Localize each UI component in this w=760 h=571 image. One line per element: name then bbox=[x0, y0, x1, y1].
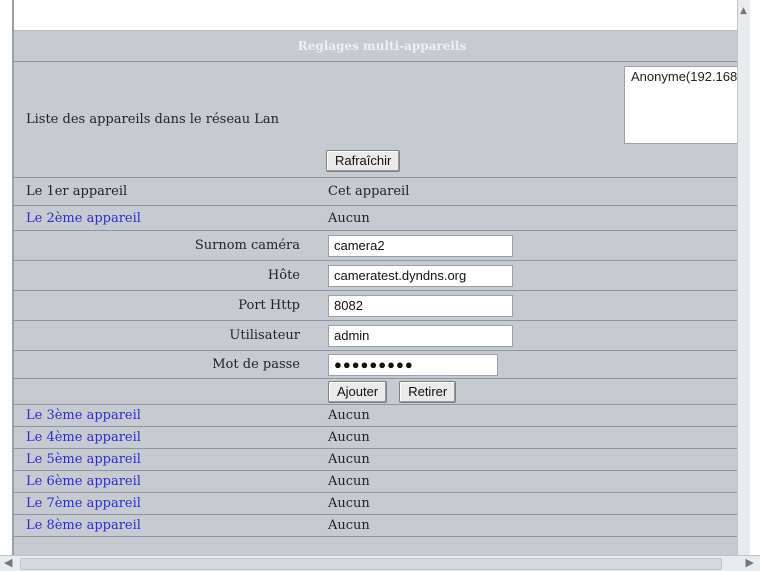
lan-list-row: Liste des appareils dans le réseau Lan A… bbox=[14, 62, 750, 178]
horizontal-scrollbar[interactable]: ◀ ▶ bbox=[0, 555, 760, 571]
device-link-8[interactable]: Le 8ème appareil bbox=[26, 518, 141, 533]
lan-list-cell: Anonyme(192.168.10.58) Rafraîchir bbox=[314, 62, 750, 177]
device-link-6[interactable]: Le 6ème appareil bbox=[26, 474, 141, 489]
lan-device-listbox[interactable]: Anonyme(192.168.10.58) bbox=[624, 66, 750, 144]
device-value-6: Aucun bbox=[328, 474, 370, 489]
device-value-5: Aucun bbox=[328, 452, 370, 467]
device-row-5[interactable]: Le 5ème appareil Aucun bbox=[14, 449, 750, 471]
action-row: Ajouter Retirer bbox=[14, 379, 750, 405]
top-bar bbox=[14, 0, 750, 31]
host-row: Hôte bbox=[14, 261, 750, 291]
device-link-3[interactable]: Le 3ème appareil bbox=[26, 408, 141, 423]
device-row-4[interactable]: Le 4ème appareil Aucun bbox=[14, 427, 750, 449]
device-value-2: Aucun bbox=[328, 210, 370, 226]
password-input[interactable] bbox=[328, 353, 498, 376]
device-row-1: Le 1er appareil Cet appareil bbox=[14, 178, 750, 206]
host-label: Hôte bbox=[267, 268, 300, 283]
device-row-6[interactable]: Le 6ème appareil Aucun bbox=[14, 471, 750, 493]
horizontal-scroll-thumb[interactable] bbox=[20, 558, 722, 570]
device-label-1: Le 1er appareil bbox=[26, 184, 128, 199]
lan-list-label-cell: Liste des appareils dans le réseau Lan bbox=[14, 62, 314, 177]
remove-button[interactable]: Retirer bbox=[399, 380, 457, 403]
lan-list-label: Liste des appareils dans le réseau Lan bbox=[26, 112, 280, 127]
device-link-4[interactable]: Le 4ème appareil bbox=[26, 430, 141, 445]
device-value-7: Aucun bbox=[328, 496, 370, 511]
user-row: Utilisateur bbox=[14, 321, 750, 351]
device-row-7[interactable]: Le 7ème appareil Aucun bbox=[14, 493, 750, 515]
device-row-2[interactable]: Le 2ème appareil Aucun bbox=[14, 206, 750, 231]
panel-title: Reglages multi-appareils bbox=[297, 39, 467, 53]
device-link-5[interactable]: Le 5ème appareil bbox=[26, 452, 141, 467]
password-row: Mot de passe bbox=[14, 351, 750, 379]
device-value-1: Cet appareil bbox=[328, 184, 410, 199]
up-arrow-icon[interactable]: ▲ bbox=[740, 6, 747, 16]
action-row-spacer bbox=[14, 379, 314, 404]
device-row-8[interactable]: Le 8ème appareil Aucun bbox=[14, 515, 750, 537]
password-label: Mot de passe bbox=[212, 357, 300, 372]
device-value-8: Aucun bbox=[328, 518, 370, 533]
add-button[interactable]: Ajouter bbox=[328, 380, 388, 403]
right-arrow-icon[interactable]: ▶ bbox=[746, 556, 754, 570]
refresh-button[interactable]: Rafraîchir bbox=[326, 150, 401, 172]
host-input[interactable] bbox=[328, 264, 513, 287]
panel-title-row: Reglages multi-appareils bbox=[14, 31, 750, 62]
user-input[interactable] bbox=[328, 324, 513, 347]
device-value-3: Aucun bbox=[328, 408, 370, 423]
device-value-4: Aucun bbox=[328, 430, 370, 445]
device-link-7[interactable]: Le 7ème appareil bbox=[26, 496, 141, 511]
settings-frame: Reglages multi-appareils Liste des appar… bbox=[12, 0, 750, 556]
nickname-label: Surnom caméra bbox=[194, 238, 300, 253]
lan-device-entry[interactable]: Anonyme(192.168.10.58) bbox=[631, 69, 750, 84]
user-label: Utilisateur bbox=[229, 328, 300, 343]
port-label: Port Http bbox=[238, 298, 300, 313]
nickname-input[interactable] bbox=[328, 234, 513, 257]
port-input[interactable] bbox=[328, 294, 513, 317]
port-row: Port Http bbox=[14, 291, 750, 321]
vertical-scrollbar[interactable]: ▲ bbox=[737, 0, 750, 556]
device-link-2[interactable]: Le 2ème appareil bbox=[26, 211, 141, 226]
device-row-3[interactable]: Le 3ème appareil Aucun bbox=[14, 405, 750, 427]
left-arrow-icon[interactable]: ◀ bbox=[4, 556, 12, 570]
nickname-row: Surnom caméra bbox=[14, 231, 750, 261]
